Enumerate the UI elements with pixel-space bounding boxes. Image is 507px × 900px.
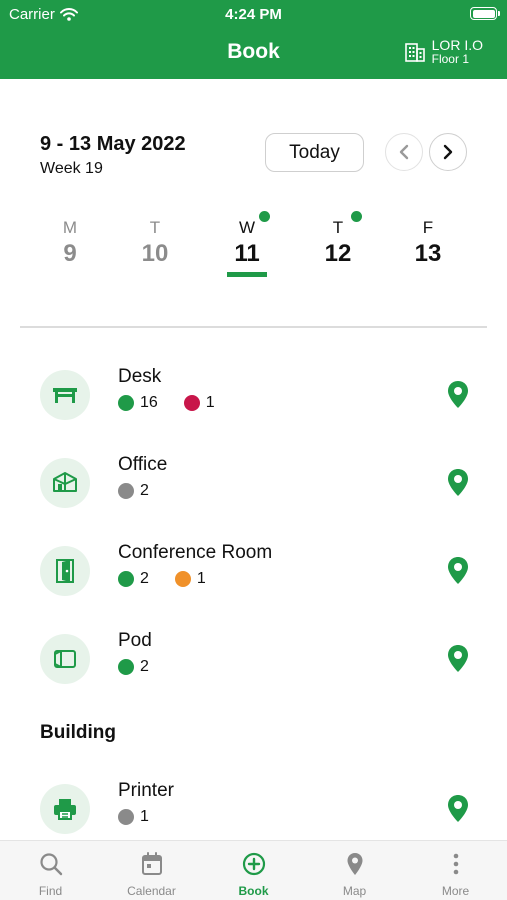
selected-day-indicator <box>227 272 267 277</box>
map-pin-icon <box>347 853 363 875</box>
location-name: LOR I.O <box>431 37 483 53</box>
available-dot <box>118 659 134 675</box>
day-letter: W <box>238 218 256 237</box>
pending-dot <box>174 571 191 587</box>
chevron-right-icon <box>443 144 453 160</box>
next-week-button[interactable] <box>429 133 467 171</box>
resource-name: Pod <box>118 630 152 651</box>
top-bar: Carrier 4:24 PM Book LOR I.O Floor 1 <box>0 0 507 79</box>
conference-room-icon <box>56 559 74 583</box>
location-selector[interactable]: LOR I.O Floor 1 <box>404 38 483 65</box>
resource-name: Office <box>118 454 168 475</box>
resource-item-pod[interactable]: Pod 2 <box>0 630 507 690</box>
day-date: 9 <box>63 240 77 267</box>
available-dot <box>118 571 134 587</box>
section-heading-building: Building <box>40 722 116 743</box>
unavailable-dot <box>118 809 134 825</box>
available-dot <box>118 395 134 411</box>
divider <box>20 326 487 328</box>
more-icon <box>453 853 459 875</box>
day-selector: M 9 T 10 W 11 T 12 F 13 <box>30 211 470 283</box>
search-icon <box>40 853 63 876</box>
day-letter: T <box>149 218 161 237</box>
tab-label: Find <box>38 884 63 898</box>
booking-dot <box>259 211 270 222</box>
resource-name: Printer <box>118 780 174 801</box>
tab-calendar[interactable]: Calendar <box>101 841 202 900</box>
desk-icon <box>53 388 77 403</box>
status-time: 4:24 PM <box>225 6 282 23</box>
unavailable-count: 2 <box>140 482 149 499</box>
tab-more[interactable]: More <box>405 841 506 900</box>
status-bar: Carrier 4:24 PM <box>0 0 507 28</box>
booked-count: 1 <box>205 394 215 411</box>
today-button[interactable]: Today <box>265 133 364 172</box>
resource-name: Conference Room <box>118 542 273 563</box>
date-range-label: 9 - 13 May 2022 <box>40 133 186 155</box>
resource-counts: 1 <box>118 808 175 826</box>
map-pin-icon[interactable] <box>446 380 470 410</box>
unavailable-count: 1 <box>140 808 149 825</box>
available-count: 2 <box>140 570 149 587</box>
day-date: 10 <box>141 240 169 267</box>
tab-label: Map <box>342 884 367 898</box>
day-tuesday[interactable]: T 10 <box>115 218 195 268</box>
resource-item-conference-room[interactable]: Conference Room 2 1 <box>0 542 507 602</box>
day-letter: T <box>332 218 344 237</box>
battery-icon <box>470 7 500 20</box>
day-date: 13 <box>414 240 442 267</box>
resource-name: Desk <box>118 366 162 387</box>
resource-counts: 16 1 <box>118 394 241 412</box>
day-friday[interactable]: F 13 <box>388 218 468 268</box>
chevron-left-icon <box>399 144 409 160</box>
resource-counts: 2 1 <box>118 570 232 588</box>
printer-icon <box>54 799 76 820</box>
map-pin-icon[interactable] <box>446 794 470 824</box>
booking-dot <box>351 211 362 222</box>
map-pin-icon[interactable] <box>446 468 470 498</box>
office-icon <box>53 472 77 492</box>
week-range: 9 - 13 May 2022 Week 19 <box>40 133 186 178</box>
tab-book[interactable]: Book <box>203 841 304 900</box>
day-letter: M <box>62 218 78 237</box>
resource-item-desk[interactable]: Desk 16 1 <box>0 366 507 426</box>
day-date: 12 <box>324 240 352 267</box>
resource-counts: 2 <box>118 658 175 676</box>
booked-dot <box>183 395 200 411</box>
previous-week-button[interactable] <box>385 133 423 171</box>
resource-badge <box>40 370 90 420</box>
pending-count: 1 <box>196 570 206 587</box>
tab-bar: Find Calendar Book Map More <box>0 840 507 900</box>
day-thursday[interactable]: T 12 <box>298 211 378 268</box>
map-pin-icon[interactable] <box>446 556 470 586</box>
tab-label: Book <box>238 884 269 898</box>
resource-badge <box>40 546 90 596</box>
location-floor: Floor 1 <box>431 51 469 66</box>
resource-item-office[interactable]: Office 2 <box>0 454 507 514</box>
day-date: 11 <box>234 240 260 267</box>
map-pin-icon[interactable] <box>446 644 470 674</box>
unavailable-dot <box>118 483 134 499</box>
week-number-label: Week 19 <box>40 160 103 177</box>
tab-map[interactable]: Map <box>304 841 405 900</box>
resource-counts: 2 <box>118 482 175 500</box>
day-wednesday[interactable]: W 11 <box>207 211 287 277</box>
available-count: 16 <box>140 394 158 411</box>
resource-item-printer[interactable]: Printer 1 <box>0 780 507 840</box>
day-monday[interactable]: M 9 <box>30 218 110 268</box>
tab-label: Calendar <box>127 884 176 898</box>
calendar-icon <box>142 852 162 875</box>
tab-find[interactable]: Find <box>0 841 101 900</box>
resource-badge <box>40 784 90 834</box>
pod-icon <box>54 650 76 668</box>
available-count: 2 <box>140 658 149 675</box>
book-plus-icon <box>242 852 266 876</box>
building-icon <box>404 42 425 62</box>
resource-badge <box>40 458 90 508</box>
resource-badge <box>40 634 90 684</box>
tab-label: More <box>441 884 470 898</box>
day-letter: F <box>422 218 434 237</box>
